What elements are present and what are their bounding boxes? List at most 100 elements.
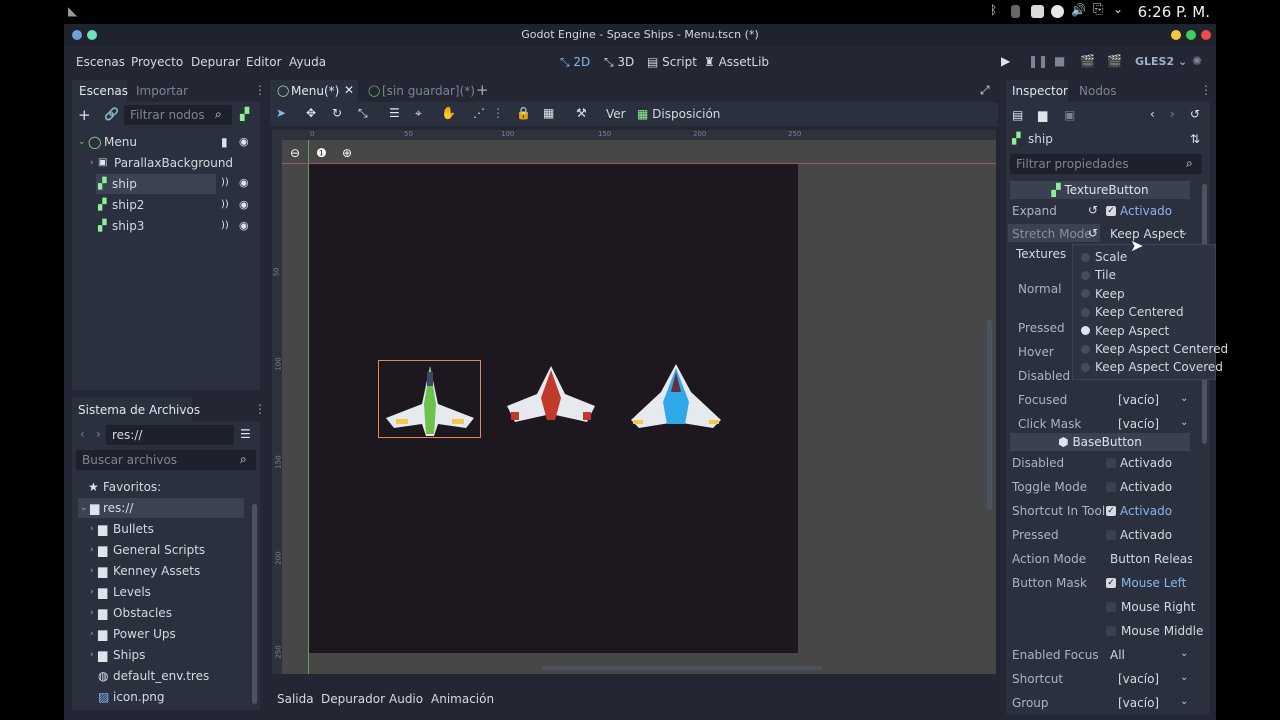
favorites-row[interactable]: ★ Favoritos: [72, 477, 252, 497]
option-keep[interactable]: Keep [1095, 287, 1125, 301]
distraction-free-icon[interactable]: ⤢ [980, 83, 990, 98]
path-field[interactable]: res:// [106, 425, 234, 445]
mode-3d-button[interactable]: ⤡ 3D [604, 55, 634, 70]
clipboard-icon[interactable]: ⎘ [1093, 2, 1106, 17]
tab-audio[interactable]: Audio [389, 692, 423, 706]
dock-menu-icon[interactable]: ⋮ [254, 402, 266, 416]
revert-icon[interactable]: ↺ [1088, 203, 1098, 217]
tab-importar[interactable]: Importar [136, 84, 188, 98]
menu-proyecto[interactable]: Proyecto [131, 55, 183, 69]
fs-item-default-env[interactable]: ◍ default_env.tres [72, 666, 252, 686]
mode-script-button[interactable]: ▤ Script [647, 55, 697, 69]
play-scene-icon[interactable]: 🎬 [1080, 54, 1095, 68]
chevron-down-icon[interactable]: ⌄ [1113, 2, 1126, 16]
signal-icon[interactable]: )) [221, 177, 229, 188]
pan-tool-icon[interactable]: ✋ [441, 106, 456, 120]
mode-2d-button[interactable]: ⤡ 2D [560, 55, 590, 70]
tab-salida[interactable]: Salida [277, 692, 314, 706]
radio-keep-aspect-centered[interactable] [1081, 345, 1090, 354]
zoom-out-icon[interactable]: ⊖ [290, 146, 300, 160]
tab-filesystem[interactable]: Sistema de Archivos [72, 398, 200, 422]
move-tool-icon[interactable]: ✥ [306, 106, 316, 120]
snap-options-icon[interactable]: ⋮ [492, 106, 504, 120]
fs-item-icon-png[interactable]: ▨ icon.png [72, 687, 252, 707]
menu-escenas[interactable]: Escenas [76, 55, 125, 69]
menu-editor[interactable]: Editor [246, 55, 282, 69]
link-icon[interactable]: 🔗 [104, 107, 119, 121]
search-files-input[interactable]: Buscar archivos [76, 450, 256, 470]
rotate-tool-icon[interactable]: ↻ [332, 106, 342, 120]
stop-icon[interactable]: ■ [1054, 54, 1065, 68]
mouse-middle-checkbox[interactable] [1106, 626, 1116, 636]
fs-item-general-scripts[interactable]: › ▆ General Scripts [72, 540, 252, 560]
notification-icon[interactable] [1051, 5, 1064, 18]
tab-animacion[interactable]: Animación [431, 692, 494, 706]
screen-icon[interactable] [1031, 5, 1044, 18]
radio-scale[interactable] [1081, 253, 1090, 262]
viewport-v-scrollbar[interactable] [987, 320, 992, 510]
fs-item-obstacles[interactable]: › ▆ Obstacles [72, 603, 252, 623]
script-node-icon[interactable]: ▞ [240, 107, 249, 121]
section-basebutton[interactable]: ⬢ BaseButton [1010, 433, 1190, 451]
pivot-tool-icon[interactable]: ⌖ [415, 106, 422, 121]
tree-root-menu[interactable]: ⌄ ◯ Menu ▮ ◉ [72, 132, 260, 152]
history-forward-icon[interactable]: › [1170, 107, 1175, 121]
enabled-focus-dropdown[interactable]: All ⌄ [1106, 645, 1192, 665]
open-folder-icon[interactable]: ▆ [1038, 108, 1047, 122]
revert-icon[interactable]: ↺ [1088, 226, 1098, 240]
dock-menu-icon[interactable]: ⋮ [1200, 83, 1212, 97]
mouse-left-checkbox[interactable]: ✓ [1106, 578, 1116, 588]
layout-menu[interactable]: ▦ Disposición [637, 107, 720, 121]
disabled-checkbox[interactable] [1106, 458, 1116, 468]
ship-blue[interactable] [629, 362, 723, 434]
tree-node-ship3[interactable]: ▞ ship3 )) ◉ [72, 216, 260, 236]
add-tab-icon[interactable]: + [476, 81, 489, 99]
radio-keep-centered[interactable] [1081, 308, 1090, 317]
lock-icon[interactable]: 🔒 [516, 106, 531, 120]
textures-group-label[interactable]: Textures [1016, 247, 1066, 261]
radio-tile[interactable] [1081, 271, 1090, 280]
tab-escenas[interactable]: Escenas [72, 80, 128, 102]
view-menu[interactable]: Ver [606, 107, 626, 121]
tree-node-parallax[interactable]: › ▣ ParallaxBackground [72, 153, 260, 173]
signal-icon[interactable]: )) [221, 216, 229, 236]
history-icon[interactable]: ↺ [1190, 107, 1200, 121]
fs-item-ships[interactable]: › ▆ Ships [72, 645, 252, 665]
tab-inspector[interactable]: Inspector [1006, 80, 1068, 102]
save-icon[interactable]: ▣ [1064, 108, 1075, 122]
option-keep-centered[interactable]: Keep Centered [1095, 305, 1184, 319]
tab-menu-scene[interactable]: ◯ Menu(*) ✕ [270, 80, 358, 102]
list-select-icon[interactable]: ☰ [389, 106, 400, 120]
zoom-reset-icon[interactable]: ❶ [316, 146, 327, 160]
focused-texture-dropdown[interactable]: [vacío] ⌄ [1116, 390, 1192, 410]
shortcut-in-tool-checkbox[interactable]: ✓ [1106, 506, 1116, 516]
toggle-mode-checkbox[interactable] [1106, 482, 1116, 492]
expand-checkbox[interactable]: ✓ [1106, 206, 1116, 216]
history-back-icon[interactable]: ‹ [1150, 107, 1155, 121]
app-launcher-icon[interactable]: ◣ [68, 4, 77, 18]
new-resource-icon[interactable]: ▤ [1012, 108, 1023, 122]
click-mask-dropdown[interactable]: [vacío] ⌄ [1116, 414, 1192, 434]
group-dropdown[interactable]: [vacío] ⌄ [1116, 693, 1192, 713]
radio-keep-aspect[interactable] [1081, 326, 1090, 335]
back-icon[interactable]: ‹ [80, 427, 85, 441]
radio-keep[interactable] [1081, 289, 1090, 298]
stretch-mode-dropdown[interactable]: Keep Aspect ⌄ [1106, 223, 1192, 243]
option-keep-aspect[interactable]: Keep Aspect [1095, 324, 1169, 338]
menu-ayuda[interactable]: Ayuda [289, 55, 326, 69]
ship-green[interactable] [382, 364, 478, 440]
ship-red[interactable] [505, 364, 597, 426]
option-tile[interactable]: Tile [1095, 268, 1116, 282]
zoom-in-icon[interactable]: ⊕ [342, 146, 352, 160]
radio-keep-aspect-covered[interactable] [1081, 363, 1090, 372]
bones-icon[interactable]: ⚒ [576, 106, 587, 120]
viewport-h-scrollbar[interactable] [542, 666, 822, 670]
2d-viewport[interactable]: ⊖ ❶ ⊕ [282, 140, 996, 674]
object-properties-icon[interactable]: ⇅ [1190, 132, 1200, 146]
fs-scrollbar[interactable] [252, 504, 257, 704]
battery-icon[interactable] [1011, 5, 1020, 18]
section-texturebutton[interactable]: ▞ TextureButton [1010, 181, 1190, 199]
add-node-icon[interactable]: + [78, 106, 91, 124]
tab-depurador[interactable]: Depurador [321, 692, 385, 706]
group-icon[interactable]: ▦ [543, 106, 554, 120]
